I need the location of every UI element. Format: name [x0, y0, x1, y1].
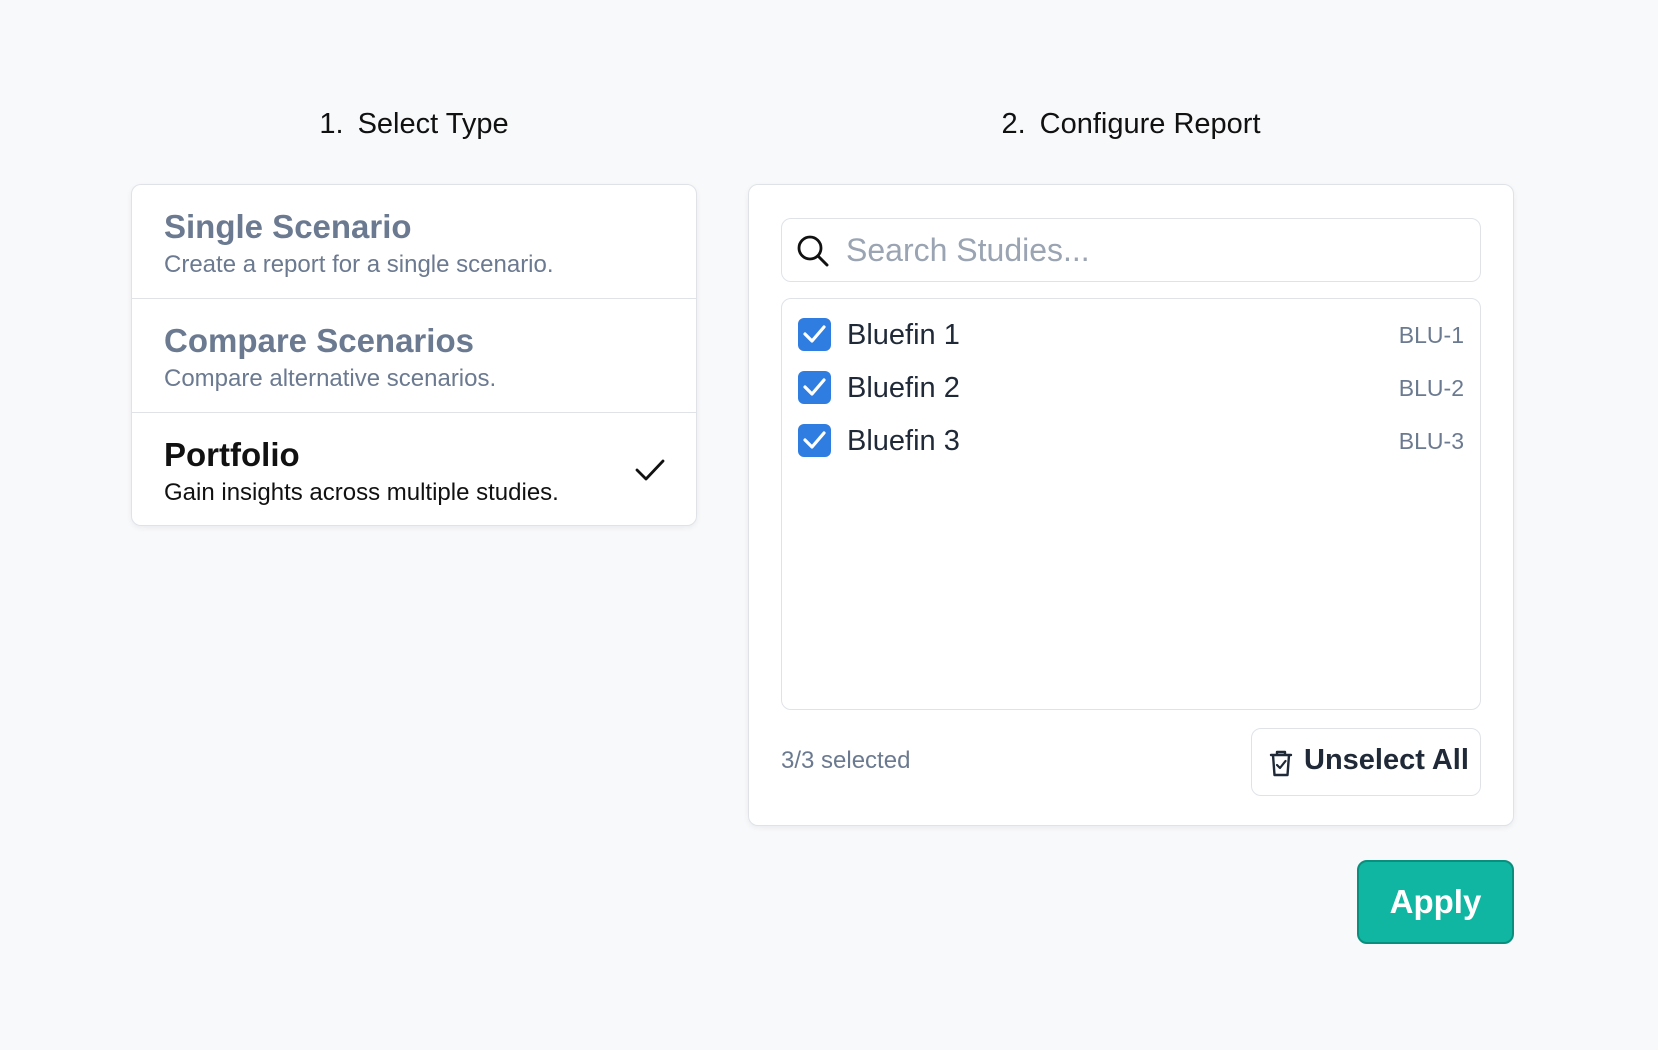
step-2-title: 2. Configure Report	[748, 108, 1514, 141]
step-1-label: Select Type	[357, 108, 509, 140]
study-code: BLU-3	[1398, 428, 1464, 454]
check-icon	[635, 459, 665, 481]
report-type-compare-scenarios[interactable]: Compare Scenarios Compare alternative sc…	[132, 299, 696, 413]
study-checkbox[interactable]	[798, 371, 831, 404]
study-code: BLU-1	[1398, 322, 1464, 348]
step-1-number: 1.	[319, 108, 344, 140]
report-type-name: Compare Scenarios	[164, 322, 474, 359]
study-name: Bluefin 2	[847, 372, 960, 404]
study-name: Bluefin 3	[847, 425, 960, 457]
study-checkbox[interactable]	[798, 318, 831, 351]
trash-icon	[1269, 750, 1293, 777]
study-list: Bluefin 1 BLU-1 Bluefin 2 BLU-2 Bluefin …	[781, 298, 1481, 710]
search-input[interactable]	[846, 219, 1466, 281]
report-type-list: Single Scenario Create a report for a si…	[131, 184, 697, 526]
report-type-portfolio[interactable]: Portfolio Gain insights across multiple …	[132, 413, 696, 525]
study-checkbox[interactable]	[798, 424, 831, 457]
study-row-bluefin-2[interactable]: Bluefin 2 BLU-2	[782, 365, 1480, 409]
report-type-description: Create a report for a single scenario.	[164, 251, 554, 278]
search-box	[781, 218, 1481, 282]
report-type-name: Portfolio	[164, 436, 300, 473]
study-row-bluefin-3[interactable]: Bluefin 3 BLU-3	[782, 418, 1480, 462]
report-type-name: Single Scenario	[164, 208, 412, 245]
unselect-all-label: Unselect All	[1304, 744, 1469, 776]
configure-report-panel: Bluefin 1 BLU-1 Bluefin 2 BLU-2 Bluefin …	[748, 184, 1514, 826]
apply-button[interactable]: Apply	[1357, 860, 1514, 944]
study-code: BLU-2	[1398, 375, 1464, 401]
checkmark-icon	[803, 378, 826, 396]
study-name: Bluefin 1	[847, 319, 960, 351]
step-1-title: 1. Select Type	[131, 108, 697, 141]
report-type-description: Compare alternative scenarios.	[164, 365, 497, 392]
step-2-number: 2.	[1001, 108, 1026, 140]
search-icon	[797, 235, 829, 267]
unselect-all-button[interactable]: Unselect All	[1251, 728, 1481, 796]
step-2-label: Configure Report	[1039, 108, 1261, 140]
selection-count: 3/3 selected	[781, 747, 911, 774]
report-type-single-scenario[interactable]: Single Scenario Create a report for a si…	[132, 185, 696, 299]
checkmark-icon	[803, 325, 826, 343]
report-type-description: Gain insights across multiple studies.	[164, 479, 559, 506]
checkmark-icon	[803, 431, 826, 449]
study-row-bluefin-1[interactable]: Bluefin 1 BLU-1	[782, 312, 1480, 356]
